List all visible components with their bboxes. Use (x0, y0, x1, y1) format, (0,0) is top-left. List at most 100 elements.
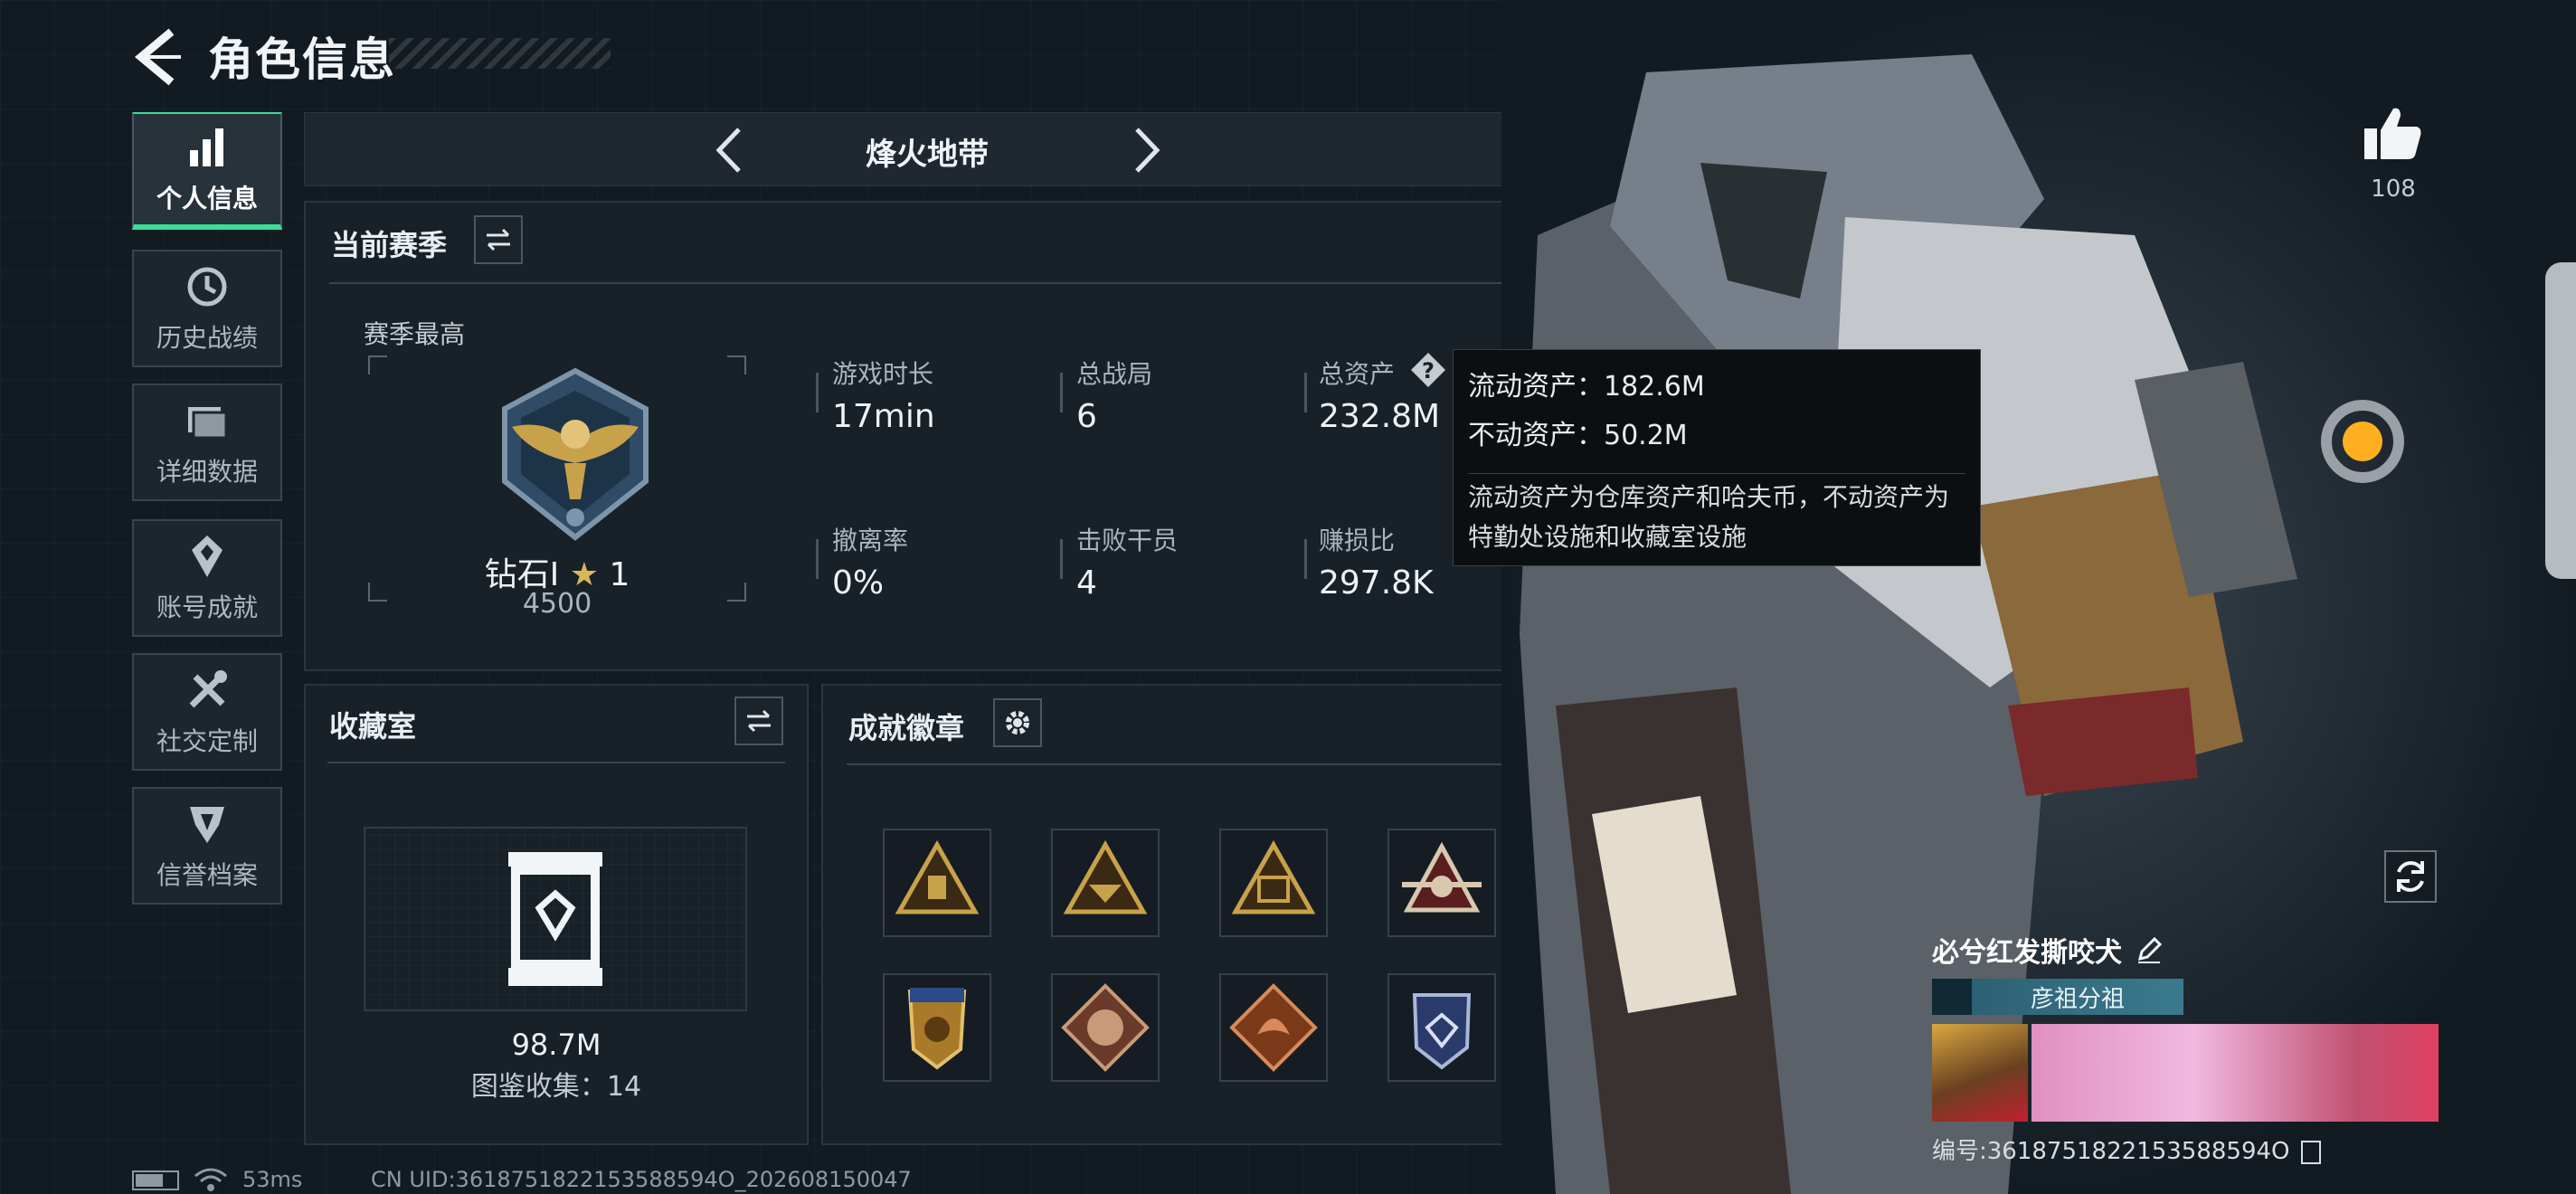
badges-settings-button[interactable] (993, 698, 1042, 747)
stat-label: 击败干员 (1076, 526, 1179, 555)
like-count: 108 (2371, 175, 2416, 203)
stat-value: 6 (1076, 398, 1097, 435)
side-panel-handle[interactable] (2545, 262, 2576, 579)
badge-slot-6[interactable] (1051, 973, 1160, 1082)
season-switch-button[interactable] (474, 215, 523, 264)
fixed-assets: 不动资产：50.2M (1468, 420, 1688, 451)
nav-label: 个人信息 (156, 184, 258, 213)
badge-slot-2[interactable] (1051, 829, 1160, 937)
mode-title: 烽火地带 (866, 137, 989, 173)
next-mode-button[interactable] (1119, 124, 1173, 176)
stat-value: 297.8K (1319, 564, 1434, 602)
stat-value: 0% (832, 564, 885, 602)
divider (327, 762, 785, 763)
nav-label: 社交定制 (156, 726, 258, 756)
swap-icon (747, 709, 771, 733)
shield-icon (190, 807, 224, 843)
badge-diamond-beast-icon (1061, 983, 1150, 1072)
badge-slot-7[interactable] (1219, 973, 1328, 1082)
stat-label: 游戏时长 (832, 359, 934, 389)
avatar-thumbnail (1932, 1024, 2028, 1122)
nav-item-personal-info[interactable]: 个人信息 (132, 112, 282, 230)
collection-switch-button[interactable] (734, 696, 783, 745)
badge-slot-4[interactable] (1387, 829, 1496, 937)
stat-divider (1060, 373, 1063, 412)
collection-value: 98.7M (511, 1028, 601, 1062)
nav-item-achievements[interactable]: 账号成就 (132, 519, 282, 637)
back-button[interactable] (127, 25, 190, 89)
badge-triangle-icon (1231, 839, 1316, 914)
mode-selector: 烽火地带 (304, 112, 1550, 186)
badge-triangle-icon (895, 839, 980, 914)
nav-label: 账号成就 (156, 592, 258, 622)
player-id-row: 编号:3618751822153588594O (1932, 1132, 2435, 1166)
collection-preview (364, 827, 747, 1011)
badge-slot-5[interactable] (883, 973, 991, 1082)
battery-icon (132, 1170, 179, 1190)
stat-divider (816, 539, 819, 579)
collection-title: 收藏室 (329, 709, 417, 744)
stat-divider (816, 373, 819, 412)
nav-label: 详细数据 (156, 457, 258, 487)
medal-icon (192, 535, 223, 577)
badge-shield-icon (907, 988, 967, 1070)
asset-description: 流动资产为仓库资产和哈夫币，不动资产为特勤处设施和收藏室设施 (1468, 473, 1965, 557)
rank-emblem-icon (502, 367, 649, 541)
stat-divider (1060, 539, 1063, 579)
gear-icon (1006, 711, 1029, 734)
swap-icon (487, 228, 510, 251)
title-decoration (389, 38, 611, 69)
copy-icon[interactable] (2300, 1140, 2321, 1164)
stat-divider (1304, 373, 1307, 412)
team-plate: 彦祖分祖 (1932, 979, 2183, 1015)
question-icon: ? (1411, 353, 1445, 387)
stat-value: 4 (1076, 564, 1097, 602)
stat-divider (1304, 539, 1307, 579)
nav-item-history[interactable]: 历史战绩 (132, 250, 282, 367)
badge-triangle-icon (1063, 839, 1148, 914)
player-card: 必兮红发撕咬犬 彦祖分祖 编号:3618751822153588594O (1932, 930, 2439, 1166)
rank-frame: 钻石Ⅰ ★ 1 4500 (367, 355, 747, 620)
season-title: 当前赛季 (331, 228, 448, 262)
bar-chart-icon (190, 128, 223, 166)
badge-diamond-dragon-icon (1229, 983, 1318, 1072)
stat-label: 总战局 (1076, 359, 1153, 389)
asset-tooltip: 流动资产：182.6M 不动资产：50.2M 流动资产为仓库资产和哈夫币，不动资… (1453, 349, 1981, 566)
refresh-icon (2397, 861, 2424, 892)
folder-icon (188, 407, 228, 440)
nav-item-credit[interactable]: 信誉档案 (132, 787, 282, 905)
back-arrow-icon (134, 28, 181, 86)
edit-name-icon[interactable] (2135, 935, 2164, 964)
season-panel: 当前赛季 赛季最高 钻石Ⅰ ★ 1 4500 游戏时长 17min 总战局 6 … (304, 201, 1550, 671)
badge-slot-8[interactable] (1387, 973, 1496, 1082)
badges-title: 成就徽章 (848, 711, 965, 745)
asset-help-button[interactable]: ? (1409, 351, 1447, 389)
rotate-view-button[interactable] (2384, 850, 2437, 903)
banner-art (2031, 1024, 2439, 1122)
wifi-icon (194, 1168, 227, 1191)
chevron-right-icon (1135, 128, 1160, 173)
team-name: 彦祖分祖 (2030, 985, 2125, 1013)
like-button[interactable] (2359, 100, 2426, 166)
nav-label: 历史战绩 (156, 323, 258, 353)
card-banner (1932, 1024, 2439, 1122)
nav-item-details[interactable]: 详细数据 (132, 384, 282, 501)
badge-blue-shield-icon (1412, 993, 1472, 1070)
season-best-label: 赛季最高 (364, 319, 466, 349)
history-icon (187, 267, 227, 307)
collection-count: 图鉴收集：14 (470, 1071, 642, 1103)
rank-points: 4500 (522, 588, 592, 620)
collection-panel[interactable]: 收藏室 98.7M 图鉴收集：14 (304, 684, 809, 1145)
badge-slot-1[interactable] (883, 829, 991, 937)
nav-item-social[interactable]: 社交定制 (132, 653, 282, 771)
badge-winged-icon (1402, 841, 1482, 913)
liquid-assets: 流动资产：182.6M (1468, 371, 1705, 403)
stat-label: 赚损比 (1319, 526, 1396, 555)
team-avatar (1932, 979, 1972, 1015)
badge-slot-3[interactable] (1219, 829, 1328, 937)
stat-value: 17min (832, 398, 935, 435)
uid-text: CN UID:3618751822153588594O_202608150047 (371, 1167, 912, 1192)
nav-label: 信誉档案 (156, 860, 258, 890)
page-title: 角色信息 (208, 33, 396, 86)
divider (847, 763, 1525, 765)
